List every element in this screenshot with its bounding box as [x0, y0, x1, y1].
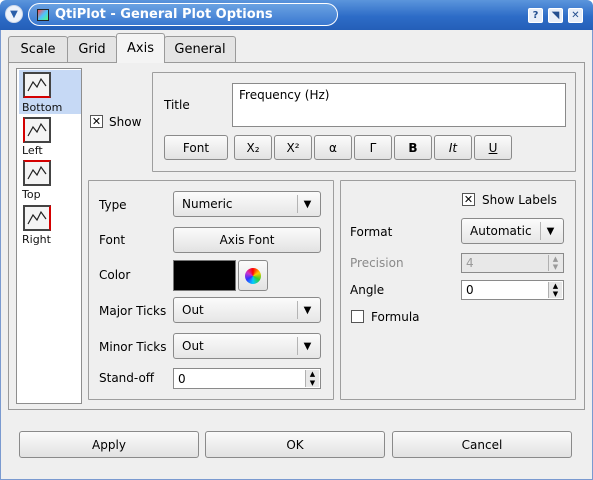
chevron-down-icon: ▼	[540, 222, 560, 240]
tab-general[interactable]: General	[164, 36, 236, 62]
standoff-value: 0	[178, 371, 186, 386]
angle-value: 0	[466, 283, 474, 297]
formula-label: Formula	[371, 310, 420, 324]
type-combo[interactable]: Numeric ▼	[173, 191, 321, 217]
axis-item-label: Left	[22, 144, 43, 157]
formula-checkbox[interactable]	[351, 310, 364, 323]
window-title: QtiPlot - General Plot Options	[55, 7, 273, 22]
precision-spinbox[interactable]: 4 ▲ ▼	[461, 253, 564, 273]
greek-lower-button[interactable]: α	[314, 135, 352, 160]
axis-item-left[interactable]: Left	[19, 115, 81, 157]
format-value: Automatic	[470, 224, 532, 238]
greek-upper-button[interactable]: Γ	[354, 135, 392, 160]
cancel-button[interactable]: Cancel	[392, 431, 572, 458]
arrow-down-icon[interactable]: ▼	[306, 379, 319, 388]
spin-arrows[interactable]: ▲ ▼	[305, 370, 319, 387]
top-axis-icon	[23, 160, 51, 186]
show-labels-label: Show Labels	[482, 193, 557, 207]
show-axis-label: Show	[109, 115, 142, 129]
show-labels-checkbox[interactable]: ✕	[462, 193, 475, 206]
underline-button[interactable]: U	[474, 135, 512, 160]
standoff-spinbox[interactable]: 0 ▲ ▼	[173, 368, 321, 389]
app-icon	[37, 8, 49, 21]
color-picker-button[interactable]	[238, 260, 268, 291]
precision-label: Precision	[350, 256, 404, 270]
axis-font-button[interactable]: Axis Font	[173, 227, 321, 253]
bold-button[interactable]: B	[394, 135, 432, 160]
show-axis-checkbox[interactable]: ✕	[90, 115, 103, 128]
close-button[interactable]: ✕	[568, 8, 583, 23]
axis-item-label: Bottom	[22, 101, 63, 114]
left-axis-icon	[23, 117, 51, 143]
bottom-axis-icon	[23, 72, 51, 98]
ok-button[interactable]: OK	[205, 431, 385, 458]
tab-grid[interactable]: Grid	[67, 36, 117, 62]
standoff-label: Stand-off	[99, 371, 155, 385]
axis-list[interactable]: Bottom Left Top Right	[16, 68, 82, 404]
format-combo[interactable]: Automatic ▼	[461, 218, 564, 244]
minor-ticks-label: Minor Ticks	[99, 340, 167, 354]
arrow-down-icon[interactable]: ▼	[549, 263, 562, 271]
precision-value: 4	[466, 256, 474, 270]
chevron-down-icon: ▼	[297, 337, 317, 355]
color-label: Color	[99, 268, 131, 282]
angle-label: Angle	[350, 283, 385, 297]
subscript-button[interactable]: X₂	[234, 135, 272, 160]
format-label: Format	[350, 225, 393, 239]
chevron-down-icon: ▼	[297, 195, 317, 213]
spin-arrows[interactable]: ▲ ▼	[548, 282, 562, 298]
angle-spinbox[interactable]: 0 ▲ ▼	[461, 280, 564, 300]
right-axis-icon	[23, 205, 51, 231]
major-ticks-value: Out	[182, 303, 204, 317]
tab-axis[interactable]: Axis	[116, 33, 165, 63]
arrow-up-icon[interactable]: ▲	[549, 282, 562, 290]
axis-item-right[interactable]: Right	[19, 203, 81, 247]
type-value: Numeric	[182, 197, 233, 211]
type-label: Type	[99, 198, 127, 212]
major-ticks-label: Major Ticks	[99, 304, 167, 318]
apply-button[interactable]: Apply	[19, 431, 199, 458]
title-font-button[interactable]: Font	[164, 135, 228, 160]
minor-ticks-value: Out	[182, 339, 204, 353]
window-title-pill: QtiPlot - General Plot Options	[28, 3, 338, 26]
arrow-up-icon[interactable]: ▲	[306, 370, 319, 379]
title-label: Title	[164, 98, 190, 112]
tab-scale[interactable]: Scale	[8, 36, 68, 62]
superscript-button[interactable]: X²	[274, 135, 312, 160]
italic-button[interactable]: It	[434, 135, 472, 160]
axis-item-label: Top	[22, 188, 41, 201]
font-label: Font	[99, 233, 126, 247]
chevron-down-icon: ▼	[297, 301, 317, 319]
window-menu-icon[interactable]: ▼	[5, 5, 23, 23]
color-wheel-icon	[245, 267, 261, 284]
title-text-field[interactable]: Frequency (Hz)	[232, 83, 566, 127]
shade-button[interactable]: ◥	[548, 8, 563, 23]
spin-arrows[interactable]: ▲ ▼	[548, 255, 562, 271]
major-ticks-combo[interactable]: Out ▼	[173, 297, 321, 323]
help-button[interactable]: ?	[528, 8, 543, 23]
axis-item-label: Right	[22, 233, 51, 246]
axis-item-top[interactable]: Top	[19, 158, 81, 202]
minor-ticks-combo[interactable]: Out ▼	[173, 333, 321, 359]
arrow-down-icon[interactable]: ▼	[549, 290, 562, 298]
arrow-up-icon[interactable]: ▲	[549, 255, 562, 263]
axis-item-bottom[interactable]: Bottom	[19, 70, 81, 114]
axis-color-swatch[interactable]	[173, 260, 236, 291]
